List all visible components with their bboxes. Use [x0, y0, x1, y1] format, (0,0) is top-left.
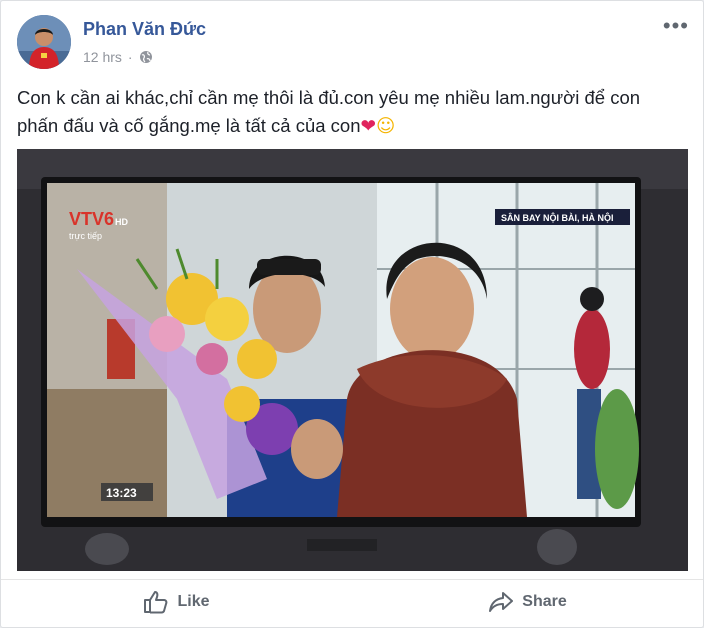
more-options-icon[interactable]: ••• — [663, 15, 689, 37]
live-label-text: trực tiếp — [69, 231, 102, 241]
post-meta: 12 hrs · — [83, 49, 153, 65]
post-card: Phan Văn Đức 12 hrs · ••• Con k cần ai k… — [0, 0, 704, 628]
heart-emoji-icon: ❤ — [360, 116, 377, 137]
share-button[interactable]: Share — [352, 580, 703, 624]
location-caption-text: SÂN BAY NỘI BÀI, HÀ NỘI — [501, 212, 614, 223]
thumbs-up-icon — [144, 591, 168, 614]
location-caption-box: SÂN BAY NỘI BÀI, HÀ NỘI — [495, 209, 630, 225]
post-actions-bar: Like Share — [1, 579, 703, 624]
smiling-face-emoji-icon: ☺ — [376, 116, 396, 137]
share-arrow-icon — [489, 592, 514, 612]
globe-icon[interactable] — [139, 50, 153, 64]
author-avatar[interactable] — [17, 15, 71, 69]
channel-suffix-text: HD — [115, 217, 128, 227]
like-label: Like — [177, 593, 210, 610]
post-text: Con k cần ai khác,chỉ cần mẹ thôi là đủ.… — [17, 84, 677, 141]
like-button[interactable]: Like — [1, 580, 352, 624]
meta-separator: · — [127, 49, 133, 65]
share-label: Share — [522, 593, 567, 610]
tv-clock-text: 13:23 — [106, 486, 137, 500]
post-photo[interactable]: VTV6 HD trực tiếp SÂN BAY NỘI BÀI, HÀ NỘ… — [17, 149, 688, 571]
tv-clock: 13:23 — [101, 483, 153, 501]
photo-of-tv-screen: VTV6 HD trực tiếp SÂN BAY NỘI BÀI, HÀ NỘ… — [17, 149, 688, 571]
post-timestamp[interactable]: 12 hrs — [83, 49, 122, 65]
post-message: Con k cần ai khác,chỉ cần mẹ thôi là đủ.… — [17, 87, 641, 136]
avatar-image — [17, 15, 71, 69]
author-name[interactable]: Phan Văn Đức — [83, 19, 206, 40]
channel-logo-text: VTV6 — [69, 209, 114, 229]
tv-screen — [47, 183, 639, 517]
